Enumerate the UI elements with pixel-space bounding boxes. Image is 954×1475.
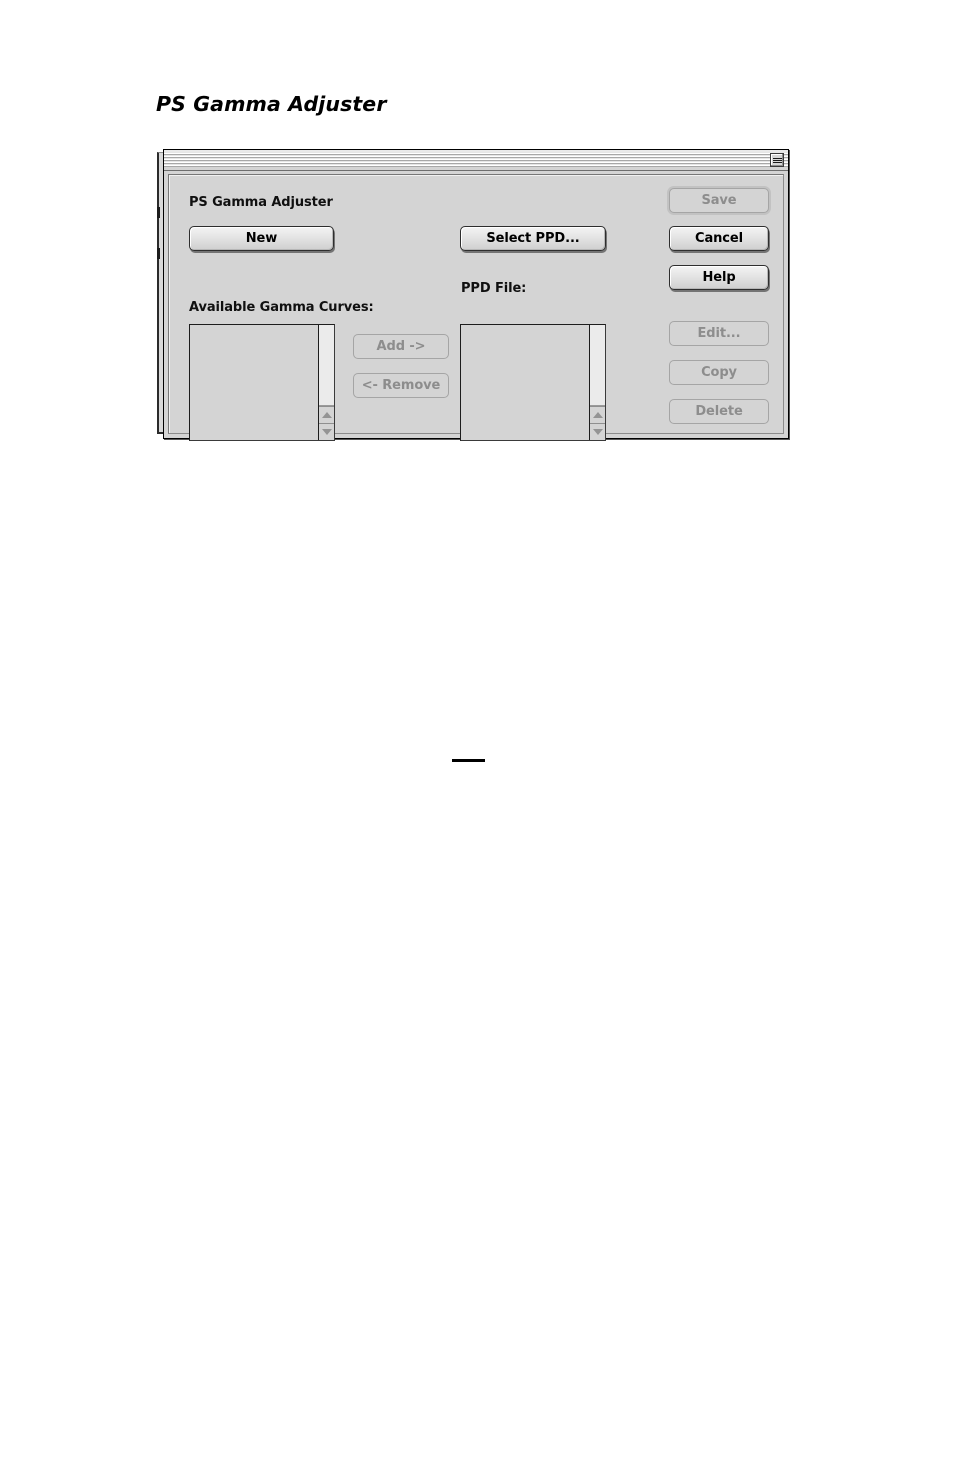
available-gamma-curves-listbox[interactable]	[189, 324, 335, 441]
background-window-notch	[157, 248, 160, 259]
delete-button[interactable]: Delete	[669, 399, 769, 424]
add-button[interactable]: Add ->	[353, 334, 449, 359]
ps-gamma-adjuster-window: PS Gamma Adjuster Available Gamma Curves…	[163, 149, 789, 441]
select-ppd-button[interactable]: Select PPD...	[460, 226, 606, 251]
scroll-down-arrow-icon[interactable]	[319, 423, 334, 440]
new-button[interactable]: New	[189, 226, 334, 251]
save-button[interactable]: Save	[669, 188, 769, 213]
ppd-file-list-area[interactable]	[461, 325, 589, 440]
ppd-file-listbox[interactable]	[460, 324, 606, 441]
gamma-curves-scrollbar[interactable]	[318, 325, 334, 440]
help-button[interactable]: Help	[669, 265, 769, 290]
edit-button[interactable]: Edit...	[669, 321, 769, 346]
cancel-button[interactable]: Cancel	[669, 226, 769, 251]
gamma-curves-list-area[interactable]	[190, 325, 318, 440]
dialog-title-label: PS Gamma Adjuster	[189, 195, 333, 210]
scroll-up-arrow-icon[interactable]	[319, 406, 334, 423]
windowshade-box-icon[interactable]	[770, 153, 784, 167]
available-gamma-curves-label: Available Gamma Curves:	[189, 300, 374, 315]
scroll-down-arrow-icon[interactable]	[590, 423, 605, 440]
remove-button[interactable]: <- Remove	[353, 373, 449, 398]
scroll-track[interactable]	[590, 325, 605, 406]
page-title: PS Gamma Adjuster	[156, 92, 387, 116]
window-titlebar[interactable]	[164, 150, 788, 171]
scroll-track[interactable]	[319, 325, 334, 406]
background-window-notch	[157, 207, 160, 218]
ppd-file-label: PPD File:	[461, 281, 527, 296]
ppd-file-scrollbar[interactable]	[589, 325, 605, 440]
page-number-rule	[452, 759, 485, 762]
scroll-up-arrow-icon[interactable]	[590, 406, 605, 423]
copy-button[interactable]: Copy	[669, 360, 769, 385]
dialog-content-pane: PS Gamma Adjuster Available Gamma Curves…	[168, 174, 784, 441]
